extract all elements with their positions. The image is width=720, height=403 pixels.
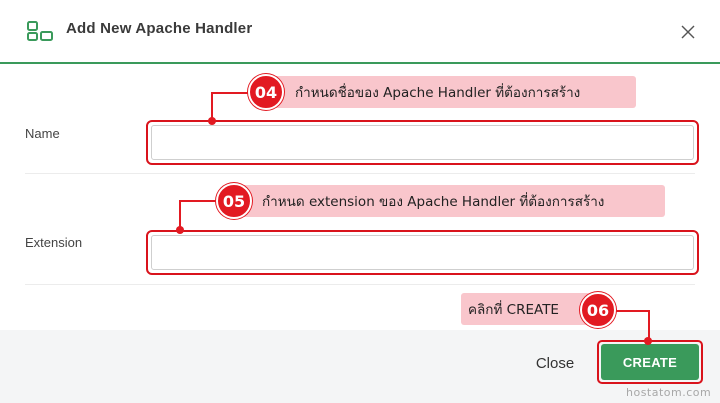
create-button[interactable]: CREATE (601, 344, 699, 380)
annotation-badge-04: 04 (248, 74, 284, 110)
close-button[interactable]: Close (520, 350, 590, 376)
handler-grid-icon (27, 21, 53, 41)
name-label: Name (25, 126, 60, 141)
annotation-text: คลิกที่ CREATE (468, 302, 559, 318)
annotation-text: กำหนดชื่อของ Apache Handler ที่ต้องการสร… (295, 85, 581, 101)
dialog-title: Add New Apache Handler (66, 20, 253, 37)
annotation-dot (644, 337, 652, 345)
name-input[interactable] (151, 125, 694, 160)
row-divider (25, 284, 695, 285)
annotation-dot (176, 226, 184, 234)
extension-field-highlight (146, 230, 699, 275)
extension-label: Extension (25, 235, 83, 250)
annotation-text: กำหนด extension ของ Apache Handler ที่ต้… (262, 194, 605, 210)
dialog-header: Add New Apache Handler (0, 0, 720, 64)
annotation-connector (211, 92, 251, 121)
annotation-dot (208, 117, 216, 125)
annotation-connector (179, 200, 219, 231)
row-divider (25, 173, 695, 174)
close-icon[interactable] (679, 23, 697, 41)
watermark: hostatom.com (626, 386, 712, 399)
annotation-callout-04: กำหนดชื่อของ Apache Handler ที่ต้องการสร… (270, 76, 636, 108)
extension-input[interactable] (151, 235, 694, 270)
annotation-callout-05: กำหนด extension ของ Apache Handler ที่ต้… (237, 185, 665, 217)
annotation-badge-06: 06 (580, 292, 616, 328)
name-field-highlight (146, 120, 699, 165)
annotation-badge-05: 05 (216, 183, 252, 219)
